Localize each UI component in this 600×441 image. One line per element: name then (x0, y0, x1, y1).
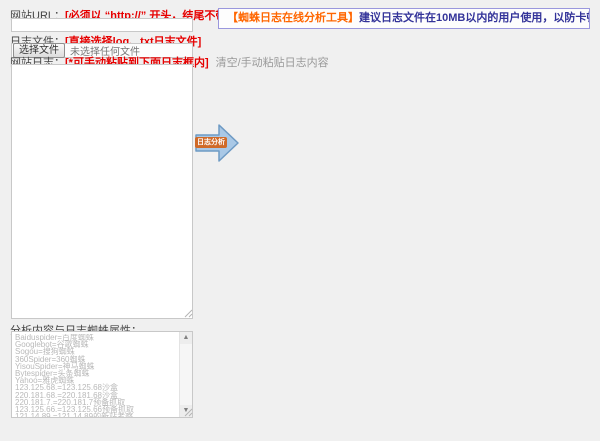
spider-list: Baiduspider=百度蜘蛛Googlebot=谷歌蜘蛛Sogou=搜狗蜘蛛… (15, 334, 177, 417)
listbox-resize-grip[interactable] (184, 408, 193, 417)
textarea-resize-grip[interactable] (184, 309, 193, 318)
spider-list-box[interactable]: Baiduspider=百度蜘蛛Googlebot=谷歌蜘蛛Sogou=搜狗蜘蛛… (11, 331, 193, 418)
clear-log-link[interactable]: 清空/手动粘贴日志内容 (216, 57, 329, 69)
spider-list-item: 121.14.89.=121.14.89的新站考察 (15, 413, 177, 417)
page: { "colors": { "red-hint": "#e60000", "gr… (0, 0, 600, 441)
scroll-up-icon[interactable]: ▲ (180, 332, 192, 344)
analyze-button[interactable]: 日志分析 (195, 122, 240, 164)
notice-text: 建议日志文件在10MB以内的用户使用，以防卡顿。 (359, 12, 590, 24)
url-input[interactable] (11, 18, 193, 32)
notice-title: 【蜘蛛日志在线分析工具】 (227, 12, 359, 24)
log-textarea[interactable] (11, 64, 193, 319)
analyze-button-label: 日志分析 (195, 137, 227, 148)
notice-banner: 【蜘蛛日志在线分析工具】建议日志文件在10MB以内的用户使用，以防卡顿。 (218, 8, 590, 29)
scrollbar[interactable]: ▲ ▼ (179, 332, 192, 417)
